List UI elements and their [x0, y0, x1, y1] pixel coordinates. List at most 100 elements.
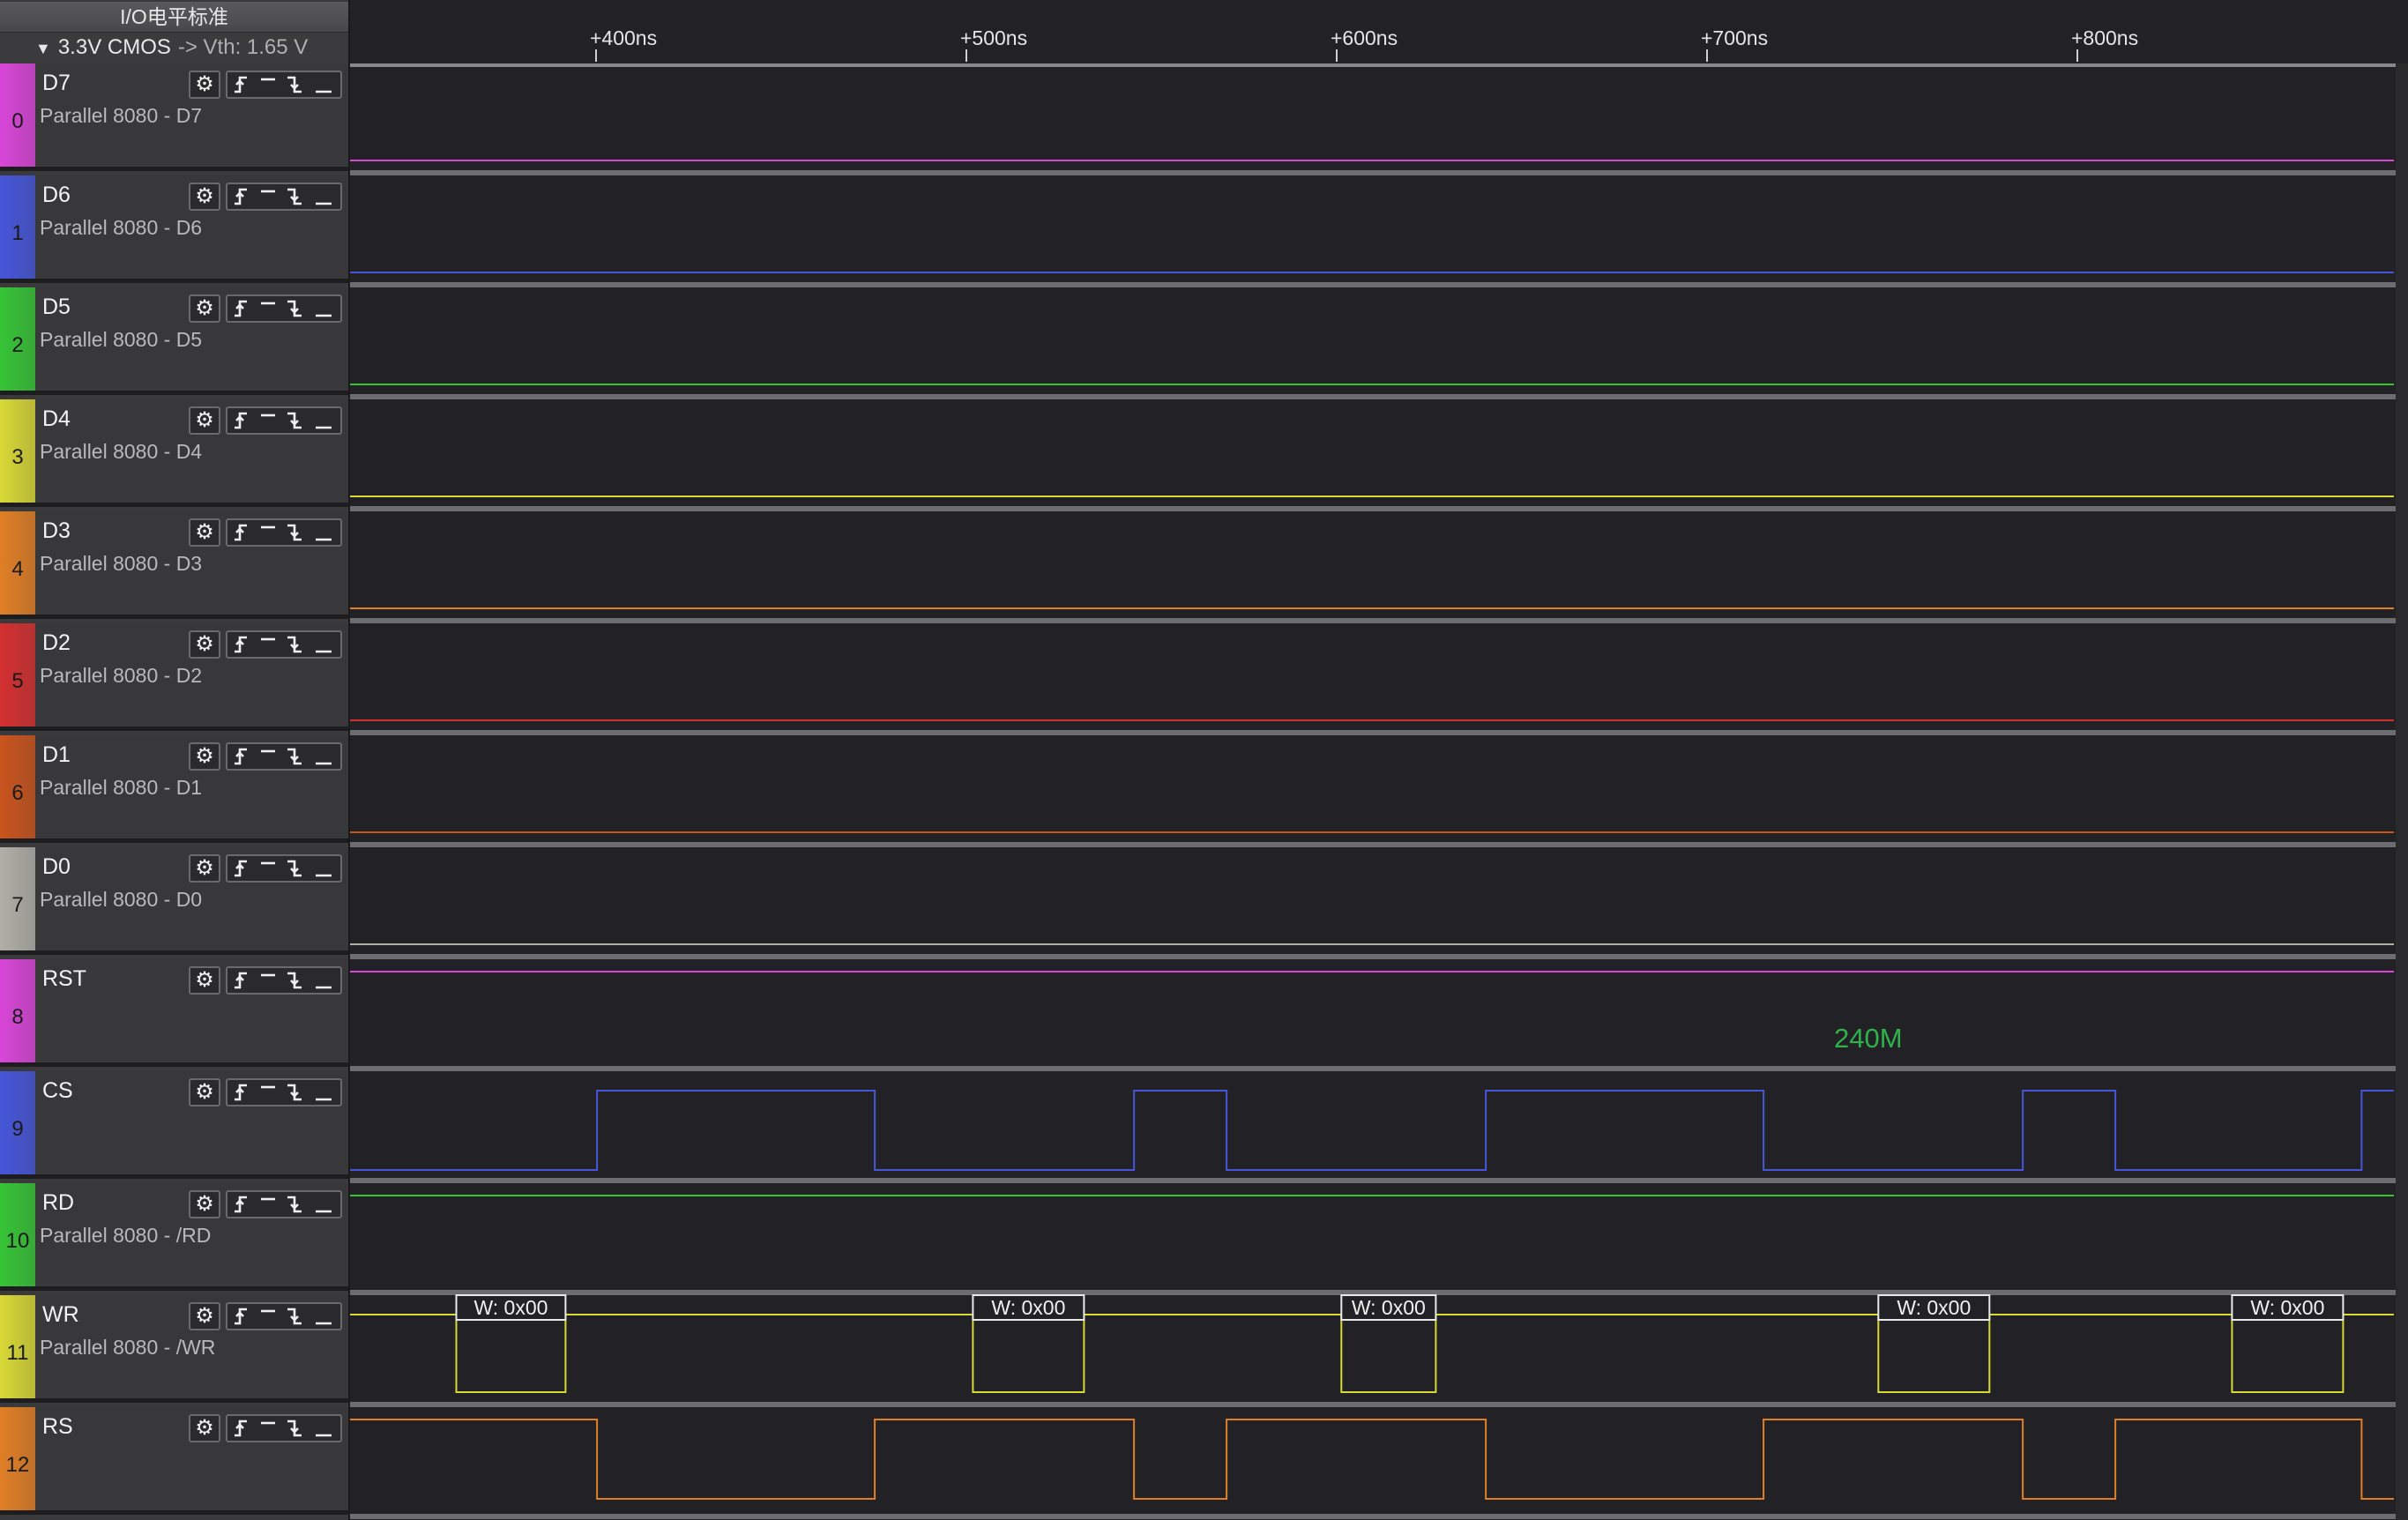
- trigger-buttons[interactable]: [226, 1302, 342, 1330]
- trigger-buttons[interactable]: [226, 294, 342, 323]
- decode-label: W: 0x00: [2250, 1296, 2324, 1319]
- channel-row-wr[interactable]: 11 WR Parallel 8080 - /WR ⚙: [0, 1295, 348, 1403]
- channel-index: 1: [11, 221, 24, 245]
- channel-row-d4[interactable]: 3 D4 Parallel 8080 - D4 ⚙: [0, 399, 348, 507]
- channel-row-rst[interactable]: 8 RST ⚙: [0, 959, 348, 1067]
- gear-icon[interactable]: ⚙: [189, 406, 220, 435]
- channel-row-d1[interactable]: 6 D1 Parallel 8080 - D1 ⚙: [0, 735, 348, 843]
- gear-icon[interactable]: ⚙: [189, 1190, 220, 1218]
- channel-description: Parallel 8080 - D3: [40, 552, 203, 575]
- channel-row-rd[interactable]: 10 RD Parallel 8080 - /RD ⚙: [0, 1183, 348, 1291]
- channel-name[interactable]: D1: [42, 742, 71, 768]
- channel-name[interactable]: CS: [42, 1078, 73, 1104]
- gear-icon[interactable]: ⚙: [189, 854, 220, 883]
- waveform-cs[interactable]: [350, 1090, 2394, 1171]
- falling-edge-icon: [287, 1308, 302, 1325]
- channel-row-d7[interactable]: 0 D7 Parallel 8080 - D7 ⚙: [0, 63, 348, 171]
- trigger-buttons[interactable]: [226, 966, 342, 995]
- waveform-area[interactable]: +400ns +500ns +600ns +700ns +800ns 240M W: 0x…: [350, 0, 2408, 1520]
- vertical-scrollbar[interactable]: [2396, 63, 2408, 1520]
- trigger-buttons[interactable]: [226, 71, 342, 99]
- channel-index: 8: [11, 1005, 24, 1029]
- rising-edge-icon: [235, 636, 247, 653]
- trigger-buttons[interactable]: [226, 854, 342, 883]
- channel-row-d2[interactable]: 5 D2 Parallel 8080 - D2 ⚙: [0, 623, 348, 731]
- vth-value: -> Vth: 1.65 V: [177, 35, 309, 59]
- gear-icon[interactable]: ⚙: [189, 71, 220, 99]
- gear-icon[interactable]: ⚙: [189, 518, 220, 547]
- waveform-rs[interactable]: [350, 1419, 2394, 1500]
- io-level-value: 3.3V CMOS: [57, 35, 171, 59]
- falling-edge-icon: [287, 524, 302, 541]
- falling-edge-icon: [287, 300, 302, 317]
- falling-edge-icon: [287, 76, 302, 93]
- falling-edge-icon: [287, 1419, 302, 1437]
- waveform-canvas[interactable]: 240M W: 0x00 W: 0x00 W: 0x00 W: 0x00 W: 0x00: [350, 0, 2408, 1520]
- dropdown-triangle-icon[interactable]: ▼: [35, 34, 51, 63]
- channel-row-d3[interactable]: 4 D3 Parallel 8080 - D3 ⚙: [0, 511, 348, 619]
- channel-index: 7: [11, 893, 24, 917]
- trigger-buttons[interactable]: [226, 1190, 342, 1218]
- rising-edge-icon: [235, 1308, 247, 1325]
- channel-name[interactable]: RS: [42, 1414, 73, 1440]
- trigger-buttons[interactable]: [226, 406, 342, 435]
- channel-row-d0[interactable]: 7 D0 Parallel 8080 - D0 ⚙: [0, 847, 348, 955]
- channel-index: 12: [5, 1453, 30, 1477]
- channel-row-d6[interactable]: 1 D6 Parallel 8080 - D6 ⚙: [0, 175, 348, 283]
- falling-edge-icon: [287, 1196, 302, 1213]
- channel-index: 0: [11, 109, 24, 133]
- channel-panel: I/O电平标准 ▼ 3.3V CMOS -> Vth: 1.65 V 0 D7 Para…: [0, 0, 350, 1520]
- gear-icon[interactable]: ⚙: [189, 742, 220, 771]
- rising-edge-icon: [235, 748, 247, 765]
- io-level-header: I/O电平标准 ▼ 3.3V CMOS -> Vth: 1.65 V: [0, 0, 348, 65]
- rising-edge-icon: [235, 188, 247, 205]
- gear-icon[interactable]: ⚙: [189, 294, 220, 323]
- rising-edge-icon: [235, 1084, 247, 1101]
- rising-edge-icon: [235, 972, 247, 989]
- channel-name[interactable]: D0: [42, 854, 71, 880]
- channel-name[interactable]: D2: [42, 630, 71, 656]
- falling-edge-icon: [287, 1084, 302, 1101]
- channel-name[interactable]: D5: [42, 294, 71, 320]
- decode-label: W: 0x00: [991, 1296, 1065, 1319]
- rising-edge-icon: [235, 76, 247, 93]
- decode-label: W: 0x00: [1352, 1296, 1426, 1319]
- channel-row-rs[interactable]: 12 RS ⚙: [0, 1407, 348, 1515]
- trigger-buttons[interactable]: [226, 183, 342, 211]
- rising-edge-icon: [235, 1196, 247, 1213]
- trigger-buttons[interactable]: [226, 518, 342, 547]
- trigger-buttons[interactable]: [226, 1414, 342, 1442]
- channel-description: Parallel 8080 - D4: [40, 440, 203, 463]
- gear-icon[interactable]: ⚙: [189, 1302, 220, 1330]
- io-level-selector[interactable]: ▼ 3.3V CMOS -> Vth: 1.65 V: [0, 33, 348, 62]
- channel-name[interactable]: D4: [42, 406, 71, 432]
- gear-icon[interactable]: ⚙: [189, 183, 220, 211]
- channel-description: Parallel 8080 - D2: [40, 664, 203, 687]
- logic-analyzer-window: I/O电平标准 ▼ 3.3V CMOS -> Vth: 1.65 V 0 D7 Para…: [0, 0, 2408, 1520]
- channel-index: 6: [11, 781, 24, 805]
- rising-edge-icon: [235, 412, 247, 429]
- channel-row-cs[interactable]: 9 CS ⚙: [0, 1071, 348, 1179]
- channel-description: Parallel 8080 - D6: [40, 216, 203, 239]
- channel-name[interactable]: D7: [42, 71, 71, 96]
- gear-icon[interactable]: ⚙: [189, 1078, 220, 1106]
- trigger-buttons[interactable]: [226, 630, 342, 659]
- channel-row-d5[interactable]: 2 D5 Parallel 8080 - D5 ⚙: [0, 287, 348, 395]
- decode-label: W: 0x00: [1897, 1296, 1971, 1319]
- gear-icon[interactable]: ⚙: [189, 1414, 220, 1442]
- waveform-wr[interactable]: [350, 1314, 2394, 1393]
- channel-index: 5: [11, 669, 24, 693]
- io-level-title: I/O电平标准: [0, 2, 348, 33]
- falling-edge-icon: [287, 748, 302, 765]
- channel-name[interactable]: RST: [42, 966, 86, 992]
- trigger-buttons[interactable]: [226, 1078, 342, 1106]
- channel-name[interactable]: RD: [42, 1190, 74, 1216]
- gear-icon[interactable]: ⚙: [189, 630, 220, 659]
- rising-edge-icon: [235, 1419, 247, 1437]
- trigger-buttons[interactable]: [226, 742, 342, 771]
- channel-name[interactable]: WR: [42, 1302, 79, 1328]
- channel-name[interactable]: D3: [42, 518, 71, 544]
- channel-name[interactable]: D6: [42, 183, 71, 208]
- channel-description: Parallel 8080 - D1: [40, 776, 203, 799]
- gear-icon[interactable]: ⚙: [189, 966, 220, 995]
